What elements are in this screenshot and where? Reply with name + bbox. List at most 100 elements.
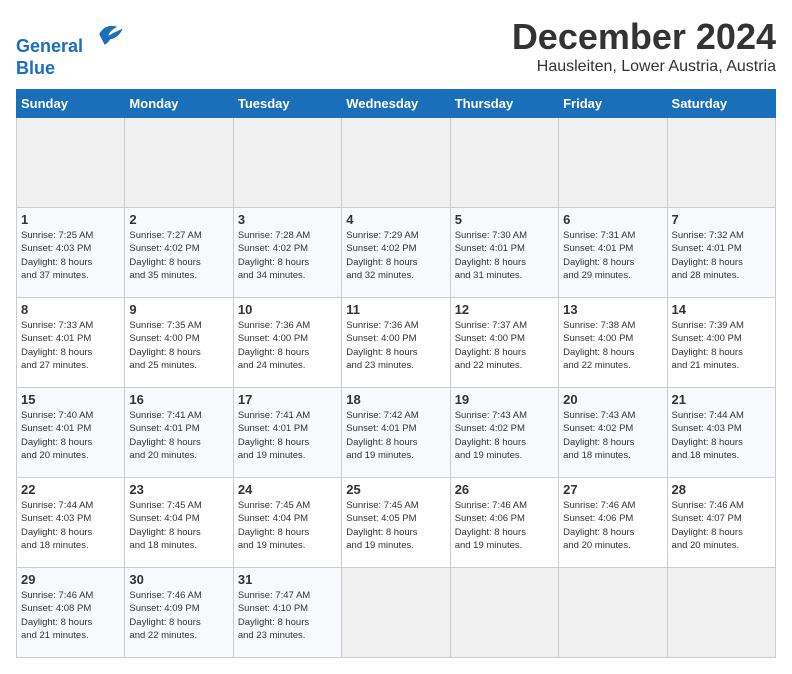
calendar-day-cell: 27 Sunrise: 7:46 AM Sunset: 4:06 PM Dayli… xyxy=(559,478,667,568)
day-number: 27 xyxy=(563,482,662,497)
calendar-day-cell xyxy=(233,118,341,208)
day-number: 26 xyxy=(455,482,554,497)
day-info: Sunrise: 7:35 AM Sunset: 4:00 PM Dayligh… xyxy=(129,319,228,372)
calendar-day-cell: 20 Sunrise: 7:43 AM Sunset: 4:02 PM Dayli… xyxy=(559,388,667,478)
logo-text: General xyxy=(16,16,128,58)
day-number: 15 xyxy=(21,392,120,407)
day-info: Sunrise: 7:33 AM Sunset: 4:01 PM Dayligh… xyxy=(21,319,120,372)
day-number: 10 xyxy=(238,302,337,317)
logo-general: General xyxy=(16,36,83,56)
day-number: 22 xyxy=(21,482,120,497)
day-number: 20 xyxy=(563,392,662,407)
calendar-day-cell: 24Sunrise: 7:45 AM Sunset: 4:04 PM Dayli… xyxy=(233,478,341,568)
weekday-header-friday: Friday xyxy=(559,90,667,118)
day-number: 24 xyxy=(238,482,337,497)
calendar-day-cell: 11 Sunrise: 7:36 AM Sunset: 4:00 PM Dayli… xyxy=(342,298,450,388)
calendar-day-cell: 29 Sunrise: 7:46 AM Sunset: 4:08 PM Dayli… xyxy=(17,568,125,658)
day-number: 14 xyxy=(672,302,771,317)
day-info: Sunrise: 7:36 AM Sunset: 4:00 PM Dayligh… xyxy=(238,319,337,372)
calendar-day-cell: 23 Sunrise: 7:45 AM Sunset: 4:04 PM Dayli… xyxy=(125,478,233,568)
day-number: 28 xyxy=(672,482,771,497)
day-number: 3 xyxy=(238,212,337,227)
day-number: 1 xyxy=(21,212,120,227)
calendar-day-cell: 18Sunrise: 7:42 AM Sunset: 4:01 PM Dayli… xyxy=(342,388,450,478)
weekday-header-sunday: Sunday xyxy=(17,90,125,118)
calendar-day-cell: 10 Sunrise: 7:36 AM Sunset: 4:00 PM Dayli… xyxy=(233,298,341,388)
day-info: Sunrise: 7:28 AM Sunset: 4:02 PM Dayligh… xyxy=(238,229,337,282)
day-number: 13 xyxy=(563,302,662,317)
day-number: 2 xyxy=(129,212,228,227)
calendar-day-cell xyxy=(559,118,667,208)
calendar-table: SundayMondayTuesdayWednesdayThursdayFrid… xyxy=(16,89,776,658)
calendar-day-cell xyxy=(125,118,233,208)
day-number: 9 xyxy=(129,302,228,317)
day-info: Sunrise: 7:29 AM Sunset: 4:02 PM Dayligh… xyxy=(346,229,445,282)
weekday-header-wednesday: Wednesday xyxy=(342,90,450,118)
calendar-day-cell xyxy=(667,568,775,658)
calendar-day-cell: 12Sunrise: 7:37 AM Sunset: 4:00 PM Dayli… xyxy=(450,298,558,388)
calendar-day-cell xyxy=(17,118,125,208)
day-number: 21 xyxy=(672,392,771,407)
day-info: Sunrise: 7:31 AM Sunset: 4:01 PM Dayligh… xyxy=(563,229,662,282)
day-info: Sunrise: 7:46 AM Sunset: 4:08 PM Dayligh… xyxy=(21,589,120,642)
calendar-day-cell: 14Sunrise: 7:39 AM Sunset: 4:00 PM Dayli… xyxy=(667,298,775,388)
day-number: 16 xyxy=(129,392,228,407)
calendar-day-cell: 19 Sunrise: 7:43 AM Sunset: 4:02 PM Dayli… xyxy=(450,388,558,478)
calendar-day-cell: 8 Sunrise: 7:33 AM Sunset: 4:01 PM Daylig… xyxy=(17,298,125,388)
calendar-day-cell: 28Sunrise: 7:46 AM Sunset: 4:07 PM Dayli… xyxy=(667,478,775,568)
calendar-day-cell: 16 Sunrise: 7:41 AM Sunset: 4:01 PM Dayli… xyxy=(125,388,233,478)
weekday-header-thursday: Thursday xyxy=(450,90,558,118)
calendar-week-row: 22Sunrise: 7:44 AM Sunset: 4:03 PM Dayli… xyxy=(17,478,776,568)
logo-bird-icon xyxy=(92,16,128,52)
day-info: Sunrise: 7:41 AM Sunset: 4:01 PM Dayligh… xyxy=(129,409,228,462)
calendar-day-cell: 31Sunrise: 7:47 AM Sunset: 4:10 PM Dayli… xyxy=(233,568,341,658)
day-number: 23 xyxy=(129,482,228,497)
calendar-day-cell xyxy=(342,568,450,658)
day-info: Sunrise: 7:43 AM Sunset: 4:02 PM Dayligh… xyxy=(563,409,662,462)
day-info: Sunrise: 7:42 AM Sunset: 4:01 PM Dayligh… xyxy=(346,409,445,462)
day-number: 31 xyxy=(238,572,337,587)
day-number: 4 xyxy=(346,212,445,227)
calendar-day-cell: 25 Sunrise: 7:45 AM Sunset: 4:05 PM Dayli… xyxy=(342,478,450,568)
calendar-day-cell: 21 Sunrise: 7:44 AM Sunset: 4:03 PM Dayli… xyxy=(667,388,775,478)
calendar-day-cell xyxy=(559,568,667,658)
calendar-day-cell: 3 Sunrise: 7:28 AM Sunset: 4:02 PM Daylig… xyxy=(233,208,341,298)
calendar-day-cell: 7Sunrise: 7:32 AM Sunset: 4:01 PM Daylig… xyxy=(667,208,775,298)
day-number: 19 xyxy=(455,392,554,407)
day-number: 29 xyxy=(21,572,120,587)
day-info: Sunrise: 7:43 AM Sunset: 4:02 PM Dayligh… xyxy=(455,409,554,462)
calendar-day-cell: 15Sunrise: 7:40 AM Sunset: 4:01 PM Dayli… xyxy=(17,388,125,478)
calendar-day-cell: 2 Sunrise: 7:27 AM Sunset: 4:02 PM Daylig… xyxy=(125,208,233,298)
calendar-week-row: 8 Sunrise: 7:33 AM Sunset: 4:01 PM Daylig… xyxy=(17,298,776,388)
calendar-week-row: 15Sunrise: 7:40 AM Sunset: 4:01 PM Dayli… xyxy=(17,388,776,478)
calendar-day-cell: 5Sunrise: 7:30 AM Sunset: 4:01 PM Daylig… xyxy=(450,208,558,298)
calendar-day-cell: 30Sunrise: 7:46 AM Sunset: 4:09 PM Dayli… xyxy=(125,568,233,658)
day-info: Sunrise: 7:45 AM Sunset: 4:05 PM Dayligh… xyxy=(346,499,445,552)
day-info: Sunrise: 7:37 AM Sunset: 4:00 PM Dayligh… xyxy=(455,319,554,372)
logo: General Blue xyxy=(16,16,128,79)
calendar-day-cell xyxy=(450,118,558,208)
calendar-day-cell xyxy=(342,118,450,208)
day-info: Sunrise: 7:44 AM Sunset: 4:03 PM Dayligh… xyxy=(672,409,771,462)
month-title: December 2024 xyxy=(512,16,776,58)
weekday-header-row: SundayMondayTuesdayWednesdayThursdayFrid… xyxy=(17,90,776,118)
calendar-week-row: 29 Sunrise: 7:46 AM Sunset: 4:08 PM Dayli… xyxy=(17,568,776,658)
day-info: Sunrise: 7:41 AM Sunset: 4:01 PM Dayligh… xyxy=(238,409,337,462)
calendar-day-cell: 17Sunrise: 7:41 AM Sunset: 4:01 PM Dayli… xyxy=(233,388,341,478)
day-info: Sunrise: 7:46 AM Sunset: 4:06 PM Dayligh… xyxy=(563,499,662,552)
day-number: 11 xyxy=(346,302,445,317)
day-number: 25 xyxy=(346,482,445,497)
day-number: 8 xyxy=(21,302,120,317)
weekday-header-saturday: Saturday xyxy=(667,90,775,118)
day-info: Sunrise: 7:46 AM Sunset: 4:06 PM Dayligh… xyxy=(455,499,554,552)
calendar-day-cell: 9 Sunrise: 7:35 AM Sunset: 4:00 PM Daylig… xyxy=(125,298,233,388)
page-header: General Blue December 2024 Hausleiten, L… xyxy=(16,16,776,79)
location-title: Hausleiten, Lower Austria, Austria xyxy=(512,58,776,76)
day-info: Sunrise: 7:36 AM Sunset: 4:00 PM Dayligh… xyxy=(346,319,445,372)
calendar-day-cell: 1Sunrise: 7:25 AM Sunset: 4:03 PM Daylig… xyxy=(17,208,125,298)
day-info: Sunrise: 7:32 AM Sunset: 4:01 PM Dayligh… xyxy=(672,229,771,282)
calendar-week-row: 1Sunrise: 7:25 AM Sunset: 4:03 PM Daylig… xyxy=(17,208,776,298)
day-info: Sunrise: 7:27 AM Sunset: 4:02 PM Dayligh… xyxy=(129,229,228,282)
day-number: 5 xyxy=(455,212,554,227)
day-info: Sunrise: 7:45 AM Sunset: 4:04 PM Dayligh… xyxy=(129,499,228,552)
